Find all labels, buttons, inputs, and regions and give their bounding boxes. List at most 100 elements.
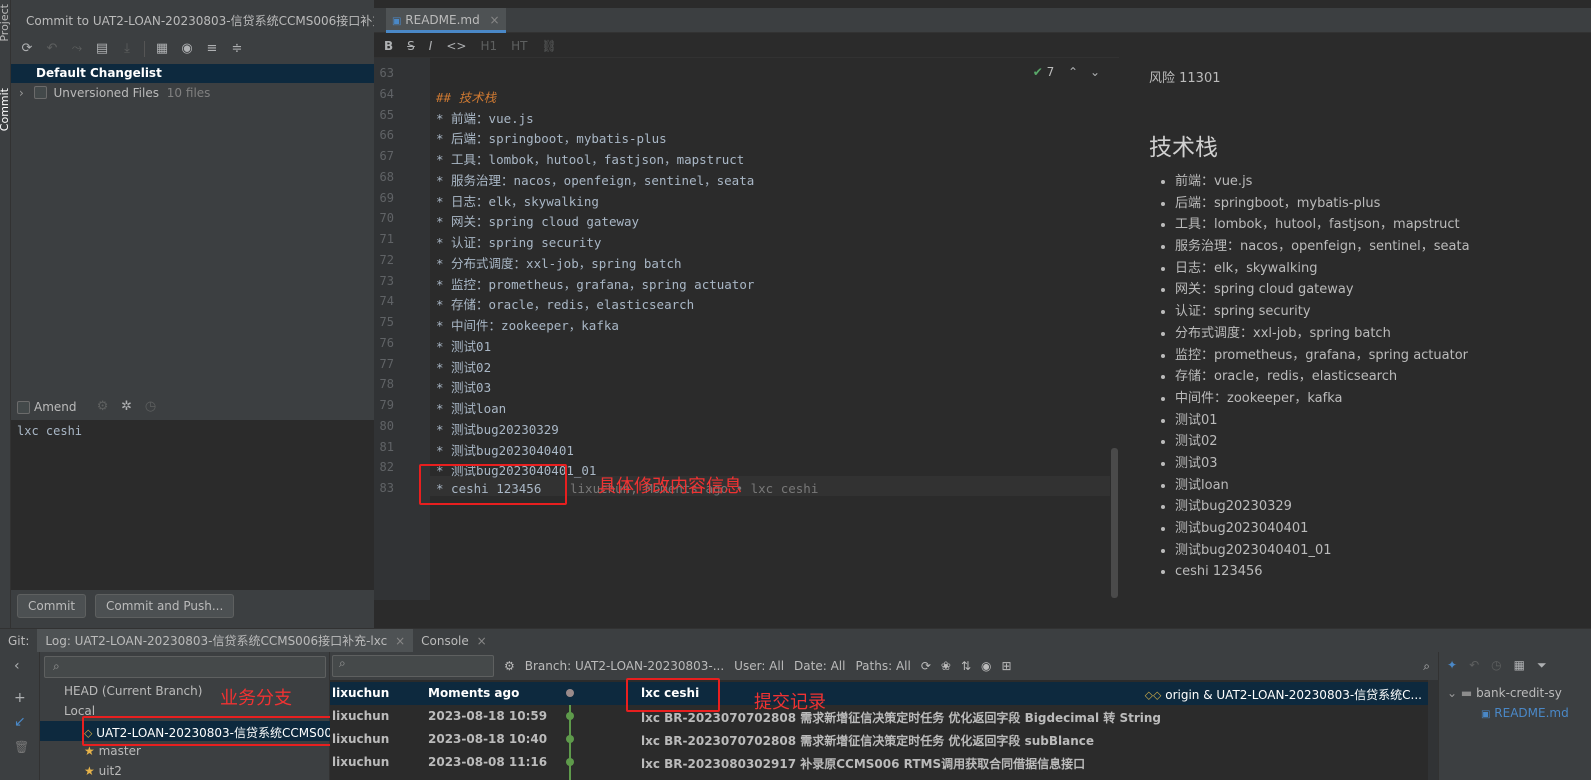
search-icon[interactable]: ⌕ (1423, 659, 1430, 674)
diff-icon[interactable]: ▤ (94, 41, 110, 57)
cherry-pick-icon[interactable]: ❀ (941, 659, 951, 673)
unversioned-files-row[interactable]: › Unversioned Files 10 files (11, 84, 374, 103)
branch-head[interactable]: HEAD (Current Branch) (64, 684, 202, 698)
code-line[interactable]: * 分布式调度：xxl-job，spring batch (436, 253, 682, 272)
italic-button[interactable]: I (429, 39, 433, 53)
date-filter[interactable]: Date: All (794, 659, 845, 673)
rollback-icon[interactable]: ↶ (44, 41, 60, 57)
chevron-left-icon[interactable]: ‹ (14, 658, 20, 674)
code-editor[interactable]: ✔ 7 ⌃ ⌄ ## 技术栈 * 前端：vue.js * 后端：springboot… (430, 58, 1110, 600)
commit-row[interactable]: lixuchun 2023-08-08 11:16 lxc BR-2023080… (330, 751, 1428, 774)
group-by-icon[interactable]: ▦ (1514, 658, 1525, 673)
commit-button[interactable]: Commit (17, 594, 87, 618)
project-tool-tab[interactable]: Project (0, 4, 11, 42)
inspection-widget[interactable]: ✔ 7 ⌃ ⌄ (1033, 65, 1100, 79)
code-line[interactable]: * 测试01 (436, 336, 491, 355)
table-button[interactable]: HT (511, 39, 527, 53)
line-number: 82 (379, 460, 394, 475)
chevron-up-icon[interactable]: ⌃ (1068, 65, 1078, 79)
code-line[interactable]: * 存储：oracle，redis，elasticsearch (436, 294, 694, 313)
close-icon[interactable]: × (490, 13, 500, 27)
user-filter[interactable]: User: All (734, 659, 784, 673)
eye-icon[interactable]: ◉ (981, 659, 991, 673)
commit-node (566, 689, 574, 697)
chevron-right-icon[interactable]: › (19, 86, 24, 100)
trash-icon[interactable]: 🗑 (14, 740, 29, 754)
code-line[interactable]: * 后端：springboot，mybatis-plus (436, 128, 667, 147)
new-tab-icon[interactable]: ⊞ (1002, 659, 1012, 673)
log-scrollbar[interactable] (1428, 680, 1438, 780)
amend-checkbox[interactable] (17, 400, 30, 414)
update-arrow-icon[interactable]: ↙ (14, 714, 26, 730)
commit-message-input[interactable]: lxc ceshi (11, 420, 374, 590)
tab-log[interactable]: Log: UAT2-LOAN-20230803-信贷系统CCMS006接口补充-… (37, 628, 414, 653)
log-search-input[interactable]: ⌕ (332, 655, 494, 677)
commit-row[interactable]: lixuchun 2023-08-18 10:40 lxc BR-2023070… (330, 728, 1428, 751)
refresh-icon[interactable]: ⟳ (921, 659, 931, 673)
code-line[interactable]: * 测试03 (436, 377, 491, 396)
commit-row[interactable]: lixuchun 2023-08-18 10:59 lxc BR-2023070… (330, 705, 1428, 728)
code-line[interactable]: * 前端：vue.js (436, 108, 534, 127)
default-changelist[interactable]: Default Changelist (11, 64, 374, 83)
settings-icon[interactable]: ⚙ (504, 659, 515, 673)
code-line[interactable]: * 测试loan (436, 398, 506, 417)
commit-row[interactable]: lixuchun Moments ago lxc ceshi ⬦⬦ origin… (330, 682, 1428, 705)
code-line[interactable]: * 测试02 (436, 357, 491, 376)
chevron-down-icon[interactable]: ⌄ (1090, 65, 1100, 79)
line-number: 71 (379, 232, 394, 246)
code-line[interactable]: ## 技术栈 (436, 87, 496, 106)
bold-button[interactable]: B (384, 39, 393, 53)
group-by-icon[interactable]: ▦ (154, 41, 170, 57)
commit-and-push-button[interactable]: Commit and Push... (95, 594, 235, 618)
commit-tool-tab[interactable]: Commit (0, 88, 11, 131)
git-tool-tabs: Git: Log: UAT2-LOAN-20230803-信贷系统CCMS006… (0, 628, 1591, 653)
code-line[interactable]: * 中间件：zookeeper，kafka (436, 315, 619, 334)
unversioned-label: Unversioned Files (53, 86, 159, 100)
history-icon[interactable]: ◷ (1491, 658, 1501, 673)
move-icon[interactable]: ⤳ (69, 41, 85, 57)
commit-date: 2023-08-08 11:16 (428, 755, 548, 769)
rollback-icon[interactable]: ↶ (1469, 658, 1479, 673)
close-icon[interactable]: × (477, 634, 487, 648)
refresh-icon[interactable]: ⟳ (19, 41, 35, 57)
branch-other[interactable]: ★ uit2 (84, 764, 122, 778)
tab-console[interactable]: Console × (413, 629, 495, 653)
branch-search-input[interactable]: ⌕ (44, 656, 326, 678)
plugin-icon[interactable]: ✲ (119, 399, 135, 415)
code-line[interactable]: * 服务治理：nacos，openfeign，sentinel，seata (436, 170, 754, 189)
paths-filter[interactable]: Paths: All (855, 659, 910, 673)
code-line[interactable]: * 日志：elk，skywalking (436, 191, 599, 210)
chevron-down-icon: ⌄ (1447, 686, 1458, 700)
shelve-icon[interactable]: ⤓ (119, 41, 135, 57)
branch-filter[interactable]: Branch: UAT2-LOAN-20230803-... (525, 659, 724, 673)
editor-scrollbar[interactable] (1110, 58, 1119, 600)
strikethrough-button[interactable]: S (407, 39, 415, 53)
unversioned-checkbox[interactable] (33, 86, 47, 99)
add-icon[interactable]: + (14, 690, 26, 706)
preview-list-item: 测试bug2023040401_01 (1175, 540, 1470, 562)
code-line[interactable]: * 测试bug20230329 (436, 419, 559, 438)
branch-master[interactable]: ★ master (84, 744, 141, 758)
tree-file[interactable]: ▣ README.md (1481, 706, 1569, 720)
expand-all-icon[interactable]: ≡ (204, 41, 220, 57)
gear-icon[interactable]: ⚙ (95, 399, 111, 415)
code-line[interactable]: * 网关：spring cloud gateway (436, 211, 639, 230)
tab-readme[interactable]: ▣ README.md × (386, 8, 506, 33)
code-line[interactable]: * 工具：lombok，hutool，fastjson，mapstruct (436, 149, 744, 168)
code-line[interactable]: * 认证：spring security (436, 232, 601, 251)
eye-icon[interactable]: ◉ (179, 41, 195, 57)
code-button[interactable]: <> (446, 39, 466, 53)
amend-label[interactable]: Amend (34, 400, 77, 414)
tree-root[interactable]: ⌄ ▬ bank-credit-sy (1447, 686, 1562, 700)
filter-icon[interactable]: ⏷ (1537, 658, 1547, 673)
sort-icon[interactable]: ⇅ (961, 659, 971, 673)
pin-icon[interactable]: ✦ (1447, 658, 1457, 673)
header-button[interactable]: H1 (480, 39, 497, 53)
link-icon[interactable]: ⛓ (541, 39, 556, 53)
code-line[interactable]: * 测试bug2023040401 (436, 440, 574, 459)
code-line[interactable]: * 监控：prometheus，grafana，spring actuator (436, 274, 754, 293)
clock-icon[interactable]: ◷ (143, 399, 159, 415)
close-icon[interactable]: × (395, 634, 405, 648)
collapse-all-icon[interactable]: ≑ (229, 41, 245, 57)
editor-scroll-thumb[interactable] (1111, 448, 1118, 598)
